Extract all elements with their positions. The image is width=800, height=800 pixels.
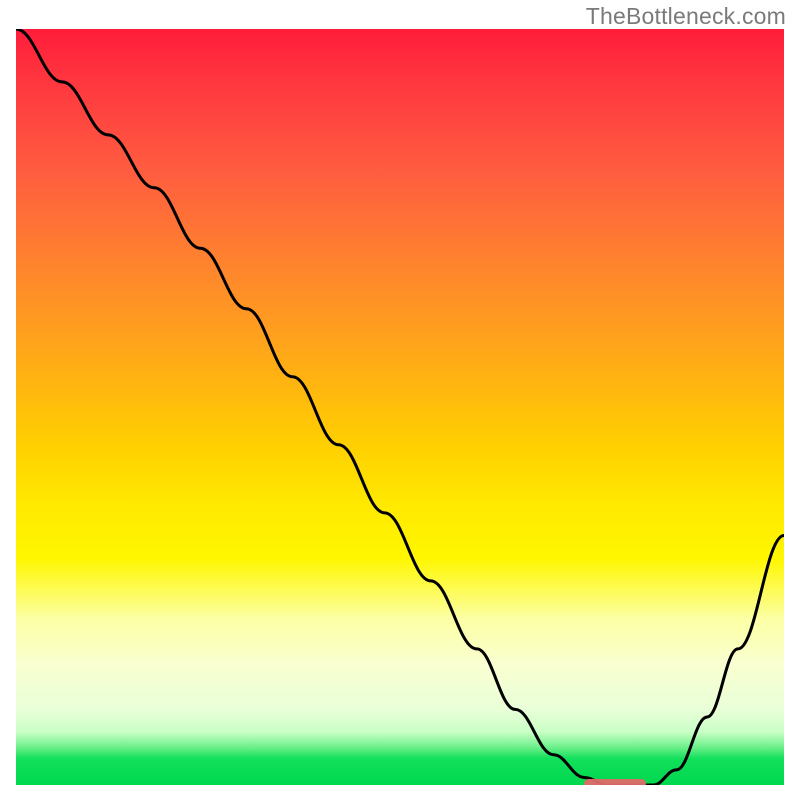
- optimal-range-marker: [584, 779, 645, 785]
- watermark-label: TheBottleneck.com: [586, 3, 786, 30]
- bottleneck-curve: [16, 29, 784, 785]
- plot-area: [16, 29, 784, 785]
- curve-layer: [16, 29, 784, 785]
- bottleneck-chart: TheBottleneck.com: [0, 0, 800, 800]
